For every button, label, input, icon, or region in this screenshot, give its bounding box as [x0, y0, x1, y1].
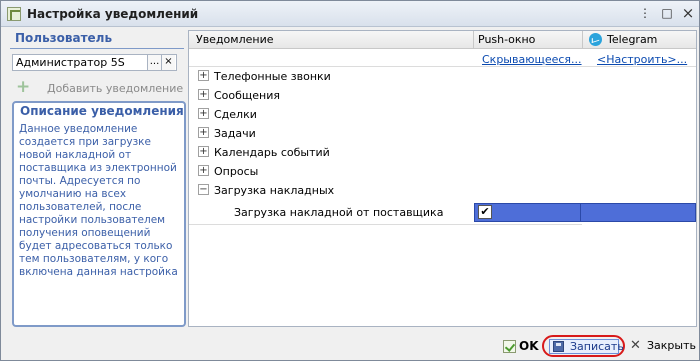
row-divider: [189, 224, 582, 225]
left-panel: Пользователь Администратор 5S ... × + До…: [10, 31, 186, 327]
close-window-icon[interactable]: ×: [680, 5, 696, 21]
close-x-icon: ✕: [630, 338, 641, 353]
row-label: Опросы: [214, 165, 259, 178]
expand-icon[interactable]: +: [198, 146, 209, 157]
row-label: Телефонные звонки: [214, 70, 331, 83]
notification-settings-window: Настройка уведомлений ⋮ □ × Пользователь…: [0, 0, 700, 361]
app-icon: [7, 7, 21, 21]
push-checkbox[interactable]: ✔: [478, 205, 492, 219]
row-label: Сделки: [214, 108, 257, 121]
telegram-cell-selected[interactable]: [581, 203, 696, 222]
bottom-toolbar: OK Записать ✕ Закрыть: [1, 332, 699, 360]
column-separator: [582, 31, 583, 49]
row-label: Загрузка накладных: [214, 184, 335, 197]
ok-check-icon: [503, 340, 516, 353]
user-value: Администратор 5S: [16, 56, 125, 69]
save-button[interactable]: Записать: [549, 339, 624, 354]
maximize-icon[interactable]: □: [659, 5, 675, 21]
expand-icon[interactable]: +: [198, 127, 209, 138]
add-notification-label: Добавить уведомление: [47, 82, 184, 95]
table-row[interactable]: + Задачи: [189, 124, 696, 143]
title-bar: Настройка уведомлений ⋮ □ ×: [1, 1, 699, 27]
settings-links-row: Скрывающееся... <Настроить>...: [189, 49, 696, 67]
ok-button[interactable]: OK: [499, 337, 544, 357]
expand-icon[interactable]: +: [198, 89, 209, 100]
push-settings-link[interactable]: Скрывающееся...: [482, 53, 582, 66]
child-row-invoice-loading[interactable]: Загрузка накладной от поставщика ✔: [189, 203, 696, 222]
expand-icon[interactable]: +: [198, 165, 209, 176]
table-row[interactable]: − Загрузка накладных: [189, 181, 696, 200]
expand-icon[interactable]: +: [198, 70, 209, 81]
ok-label: OK: [519, 339, 539, 353]
column-push-window[interactable]: Push-окно: [478, 33, 535, 46]
user-divider: [10, 48, 184, 49]
table-row[interactable]: + Сделки: [189, 105, 696, 124]
column-separator: [473, 31, 474, 49]
save-disk-icon: [553, 341, 564, 352]
add-notification-button[interactable]: + Добавить уведомление: [10, 77, 184, 97]
table-row[interactable]: + Телефонные звонки: [189, 67, 696, 86]
child-row-label: Загрузка накладной от поставщика: [234, 206, 444, 219]
column-telegram[interactable]: Telegram: [607, 33, 657, 46]
close-button[interactable]: ✕ Закрыть: [629, 337, 696, 357]
description-text: Данное уведомление создается при загрузк…: [19, 123, 178, 278]
telegram-icon: [589, 33, 602, 46]
table-row[interactable]: + Опросы: [189, 162, 696, 181]
row-label: Задачи: [214, 127, 256, 140]
description-title: Описание уведомления: [20, 104, 184, 118]
save-button-highlight: Записать: [542, 335, 625, 357]
column-notification[interactable]: Уведомление: [196, 33, 274, 46]
row-label: Календарь событий: [214, 146, 330, 159]
window-title: Настройка уведомлений: [27, 7, 199, 21]
expand-icon[interactable]: +: [198, 108, 209, 119]
clear-user-button[interactable]: ×: [161, 55, 175, 70]
notifications-table: Уведомление Push-окно Telegram Скрывающе…: [188, 30, 697, 327]
description-box: Описание уведомления Данное уведомление …: [12, 101, 186, 327]
telegram-settings-link[interactable]: <Настроить>...: [597, 53, 687, 66]
plus-icon: +: [16, 77, 31, 97]
user-field[interactable]: Администратор 5S ... ×: [12, 54, 177, 71]
table-row[interactable]: + Календарь событий: [189, 143, 696, 162]
table-row[interactable]: + Сообщения: [189, 86, 696, 105]
user-label: Пользователь: [15, 31, 113, 45]
save-label: Записать: [570, 340, 624, 353]
row-label: Сообщения: [214, 89, 281, 102]
table-header: Уведомление Push-окно Telegram: [189, 31, 696, 49]
select-user-button[interactable]: ...: [147, 55, 161, 70]
close-label: Закрыть: [647, 339, 696, 352]
collapse-icon[interactable]: −: [198, 184, 209, 195]
more-options-icon[interactable]: ⋮: [637, 5, 653, 21]
